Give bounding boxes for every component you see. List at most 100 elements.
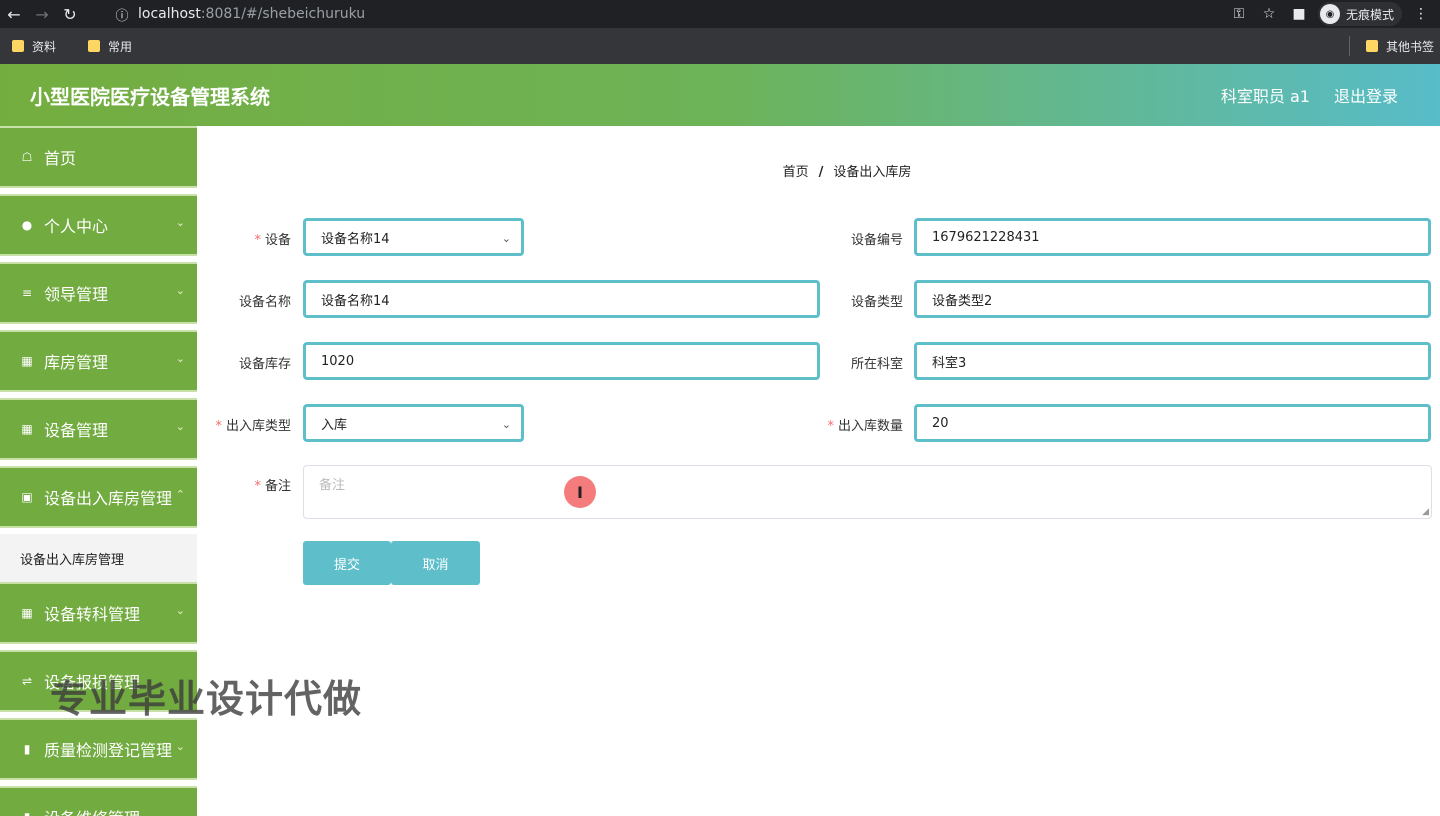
app-header: 小型医院医疗设备管理系统 科室职员 a1 退出登录 [0,64,1440,126]
sidebar-item-leader[interactable]: ≡ 领导管理 ⌄ [0,262,197,324]
breadcrumb-home[interactable]: 首页 [783,165,809,180]
code-label: 设备编号 [850,233,903,248]
sidebar-item-label: 领导管理 [44,285,109,304]
io-qty-value: 20 [932,415,949,431]
breadcrumb: 首页 / 设备出入库房 [197,161,1440,180]
sidebar-item-label: 个人中心 [44,217,109,236]
name-field[interactable]: 设备名称14 [303,280,820,318]
app-title: 小型医院医疗设备管理系统 [30,84,270,109]
sidebar-item-label: 质量检测登记管理 [44,741,173,760]
home-icon: ☖ [21,150,33,164]
main-content: 首页 / 设备出入库房 * 设备 设备名称14 ⌄ 设备编号 167962122843… [197,126,1440,816]
submenu-item-label: 设备出入库房管理 [20,552,125,568]
logout-link[interactable]: 退出登录 [1334,83,1398,107]
incognito-badge[interactable]: ◉ 无痕模式 [1317,2,1402,26]
device-label-text: 设备 [264,233,291,248]
chevron-down-icon: ⌄ [175,352,185,365]
io-type-label-text: 出入库类型 [225,419,291,434]
code-value: 1679621228431 [932,229,1040,245]
bookmark-folder-changyong[interactable]: 常用 [88,38,132,55]
cancel-button[interactable]: 取消 [391,541,480,585]
io-qty-label: * 出入库数量 [793,415,903,434]
io-type-label: * 出入库类型 [197,415,291,434]
key-icon[interactable]: ⚿ [1228,6,1250,22]
url-text[interactable]: localhost:8081/#/shebeichuruku [138,6,365,22]
sidebar-item-home[interactable]: ☖ 首页 [0,126,197,188]
chevron-down-icon: ⌄ [175,216,185,229]
sidepanel-icon[interactable]: ■ [1288,6,1310,22]
text-cursor-icon: I [564,476,596,508]
required-mark: * [215,419,222,434]
other-bookmarks-label: 其他书签 [1385,39,1434,54]
more-icon[interactable]: ⋮ [1410,6,1432,22]
incognito-label: 无痕模式 [1345,7,1394,22]
sidebar-item-label: 设备转科管理 [44,605,141,624]
bookmark-label: 常用 [108,39,133,54]
type-label: 设备类型 [850,295,903,310]
device-select[interactable]: 设备名称14 ⌄ [303,218,524,256]
sidebar-item-label: 首页 [44,149,77,168]
back-icon[interactable]: ← [0,0,28,28]
chevron-up-icon: ⌃ [175,488,185,501]
sidebar-item-label: 设备管理 [44,421,109,440]
io-qty-field[interactable]: 20 [914,404,1431,442]
folder-icon [12,40,24,52]
sidebar-item-device-inout[interactable]: ▣ 设备出入库房管理 ⌃ [0,466,197,528]
type-value: 设备类型2 [932,293,993,309]
name-label: 设备名称 [238,295,291,310]
remark-placeholder: 备注 [319,478,346,493]
dept-field[interactable]: 科室3 [914,342,1431,380]
stock-field[interactable]: 1020 [303,342,820,380]
briefcase-icon: ▣ [21,490,33,504]
stock-label: 设备库存 [238,357,291,372]
sidebar-item-personal-center[interactable]: ● 个人中心 ⌄ [0,194,197,256]
chevron-down-icon: ⌄ [175,604,185,617]
remark-textarea[interactable]: 备注 ◢ [303,465,1432,519]
folder-icon [88,40,101,52]
device-label: * 设备 [217,229,291,248]
resize-handle-icon[interactable]: ◢ [1422,507,1429,517]
type-field[interactable]: 设备类型2 [914,280,1431,318]
chevron-down-icon: ⌄ [175,284,185,297]
browser-toolbar: ← → ↻ ⓘ localhost:8081/#/shebeichuruku ⚿… [0,0,1440,28]
submenu-item-device-inout[interactable]: 设备出入库房管理 [0,534,197,582]
sidebar-item-warehouse[interactable]: ▦ 库房管理 ⌄ [0,330,197,392]
dept-value: 科室3 [932,355,967,371]
bar-chart-icon: ▮ [23,742,31,756]
remark-label: * 备注 [217,475,291,494]
submit-button[interactable]: 提交 [303,541,391,585]
address-bar[interactable]: ⓘ localhost:8081/#/shebeichuruku [106,2,1270,26]
url-host: localhost [138,6,201,22]
required-mark: * [254,233,261,248]
sliders-icon: ⇌ [21,674,33,688]
io-type-select[interactable]: 入库 ⌄ [303,404,524,442]
bookmark-folder-ziliao[interactable]: 资料 [12,38,56,55]
sidebar-item-device-transfer[interactable]: ▦ 设备转科管理 ⌄ [0,582,197,644]
remark-label-text: 备注 [264,479,291,494]
device-select-value: 设备名称14 [321,231,390,247]
forward-icon[interactable]: → [28,0,56,28]
watermark: 专业毕业设计代做 [50,677,363,721]
sidebar-item-label: 设备维修管理 [44,805,140,816]
list-icon: ≡ [21,286,33,300]
other-bookmarks[interactable]: 其他书签 [1348,28,1434,64]
user-icon: ● [21,218,33,232]
bookmark-label: 资料 [32,39,57,54]
sidebar-item-label: 库房管理 [44,353,109,372]
bar-chart-icon: ▮ [20,810,34,816]
code-field[interactable]: 1679621228431 [914,218,1431,256]
sidebar-item-quality-check[interactable]: ▮ 质量检测登记管理 ⌄ [0,718,197,780]
star-icon[interactable]: ☆ [1258,6,1280,22]
required-mark: * [827,419,834,434]
bookmarks-bar: 资料 常用 其他书签 [0,28,1440,64]
sidebar-item-device[interactable]: ▦ 设备管理 ⌄ [0,398,197,460]
grid-icon: ▦ [21,606,33,620]
sidebar-item-label: 设备出入库房管理 [44,489,173,508]
url-path: :8081/#/shebeichuruku [200,6,366,22]
sidebar-item-device-repair[interactable]: ▮ 设备维修管理 [0,786,197,816]
info-icon[interactable]: ⓘ [112,4,132,24]
chevron-down-icon: ⌄ [501,232,511,245]
chevron-down-icon: ⌄ [175,740,185,753]
breadcrumb-separator: / [818,165,824,180]
reload-icon[interactable]: ↻ [56,0,84,28]
